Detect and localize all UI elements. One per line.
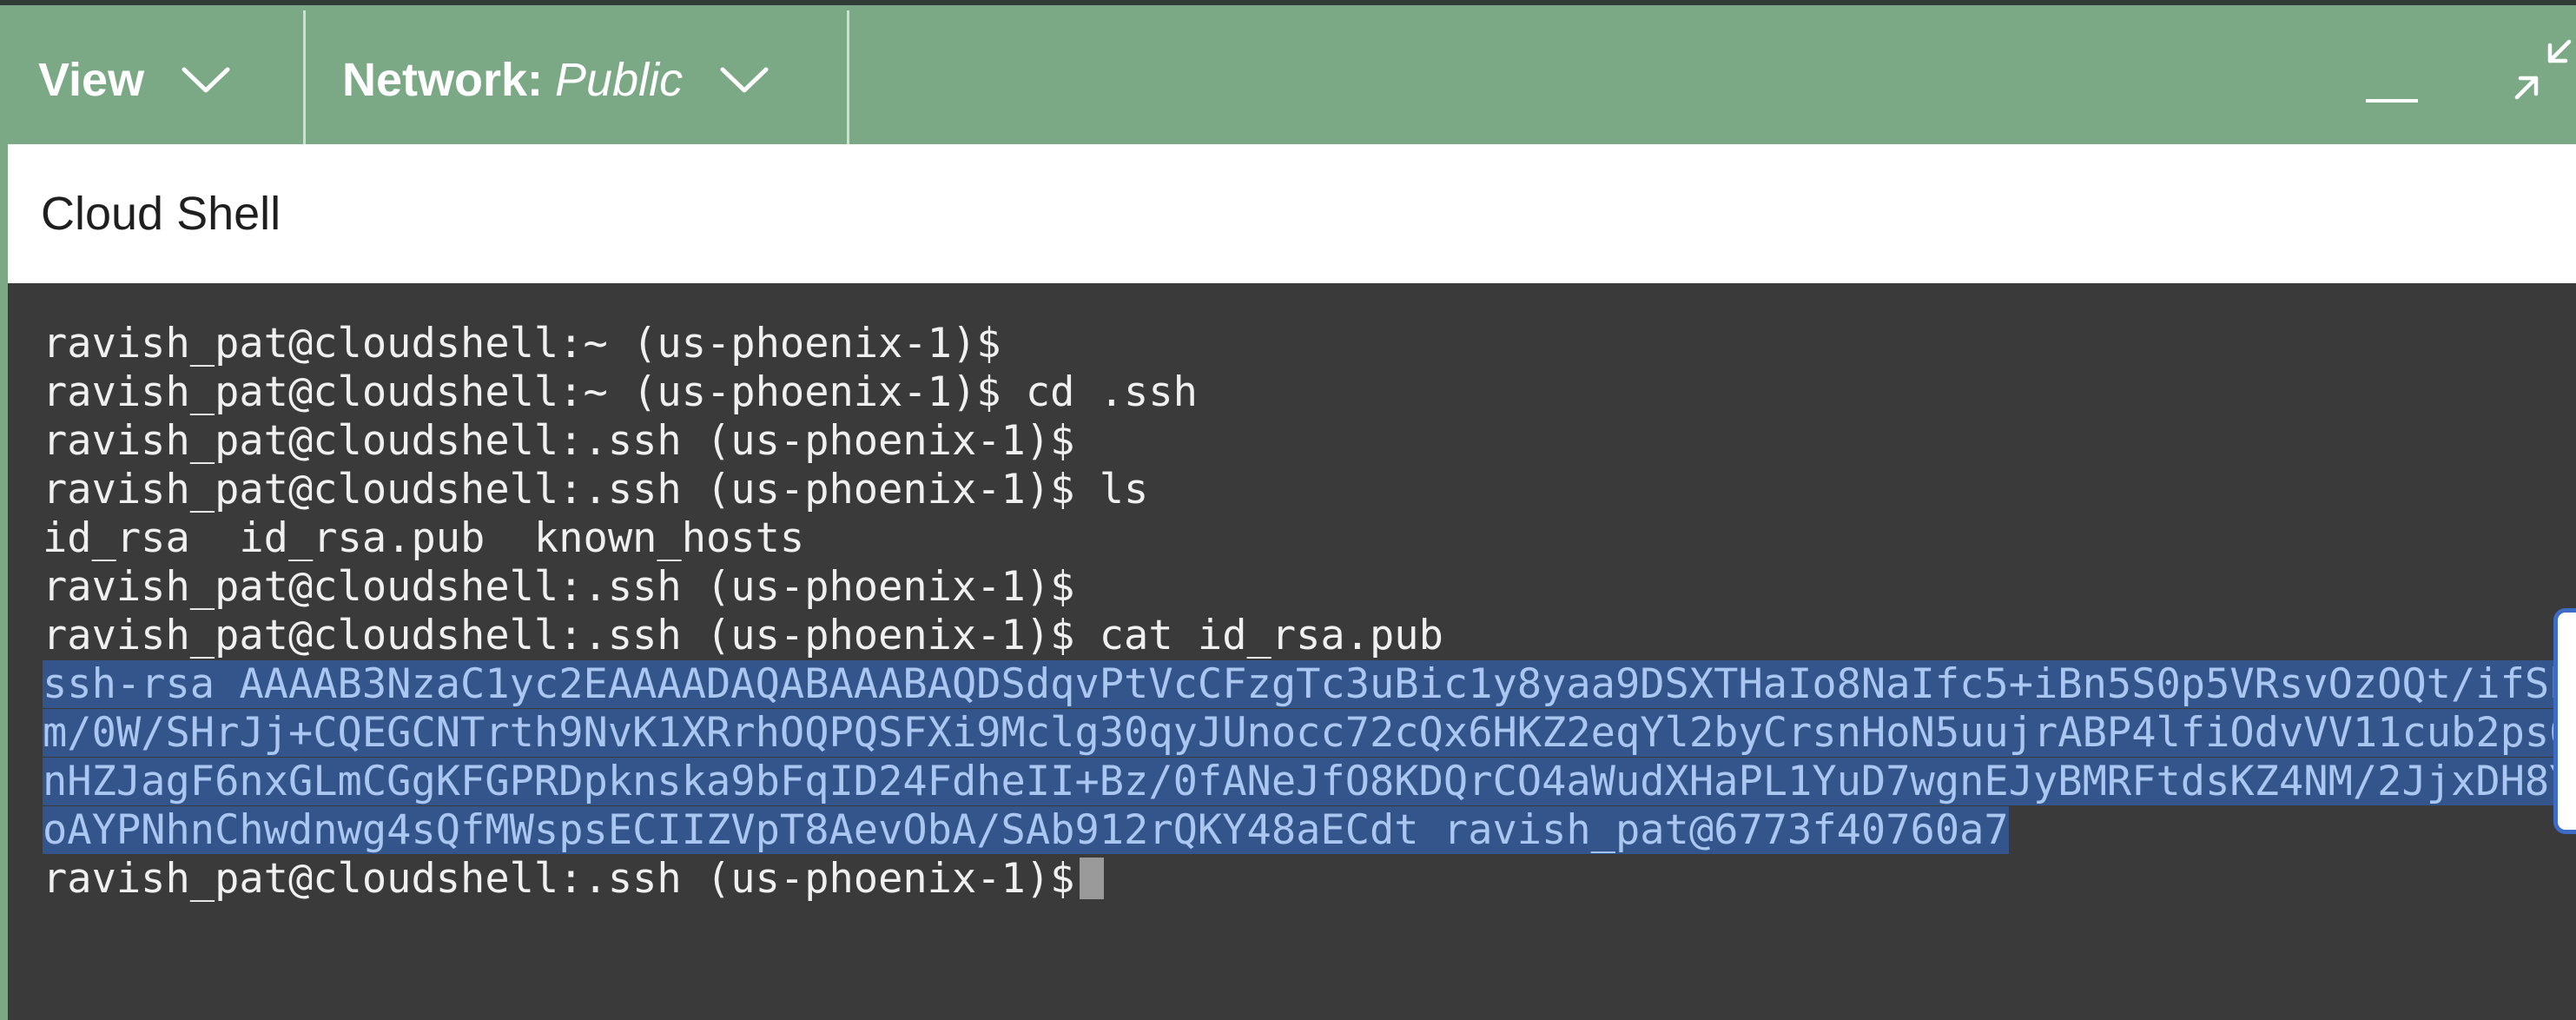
terminal-line: ravish_pat@cloudshell:.ssh (us-phoenix-1… [43, 417, 1075, 465]
terminal-line: id_rsa id_rsa.pub known_hosts [43, 514, 805, 562]
selected-output-line[interactable]: nHZJagF6nxGLmCGgKFGPRDpknska9bFqID24Fdhe… [43, 758, 2574, 806]
terminal[interactable]: ravish_pat@cloudshell:~ (us-phoenix-1)$ … [8, 283, 2576, 1020]
terminal-line: ravish_pat@cloudshell:.ssh (us-phoenix-1… [43, 612, 1443, 659]
minimize-button[interactable] [2361, 57, 2421, 109]
restore-button[interactable] [2507, 31, 2576, 104]
terminal-prompt-line[interactable]: ravish_pat@cloudshell:.ssh (us-phoenix-1… [43, 855, 1105, 904]
chevron-down-icon [720, 67, 769, 93]
side-panel-handle[interactable] [2553, 608, 2576, 834]
terminal-cursor [1080, 857, 1105, 899]
terminal-line: ravish_pat@cloudshell:.ssh (us-phoenix-1… [43, 466, 1149, 513]
shell-title: Cloud Shell [41, 188, 281, 240]
selected-output-line[interactable]: ssh-rsa AAAAB3NzaC1yc2EAAAADAQABAAABAQDS… [43, 660, 2574, 709]
view-menu-label: View [38, 54, 145, 106]
frame-edge [0, 144, 8, 1020]
view-menu[interactable]: View [0, 10, 306, 149]
terminal-line: ravish_pat@cloudshell:.ssh (us-phoenix-1… [43, 563, 1075, 611]
selected-output-line[interactable]: oAYPNhnChwdnwg4sQfMWspsECIIZVpT8AevObA/S… [43, 806, 2009, 855]
selected-output-line[interactable]: m/0W/SHrJj+CQEGCNTrth9NvK1XRrhOQPQSFXi9M… [43, 709, 2574, 758]
minimize-icon [2366, 99, 2418, 103]
cloud-shell-toolbar: View Network: Public [0, 0, 2576, 149]
terminal-line: ravish_pat@cloudshell:~ (us-phoenix-1)$ [43, 320, 1001, 368]
chevron-down-icon [182, 67, 230, 93]
network-menu-value: Public [555, 54, 684, 106]
terminal-line: ravish_pat@cloudshell:~ (us-phoenix-1)$ … [43, 368, 1198, 416]
restore-icon [2514, 39, 2572, 100]
network-menu[interactable]: Network: Public [306, 10, 849, 149]
terminal-prompt: ravish_pat@cloudshell:.ssh (us-phoenix-1… [43, 855, 1075, 903]
shell-header: Cloud Shell [8, 144, 2576, 283]
network-menu-label: Network: [342, 54, 544, 106]
